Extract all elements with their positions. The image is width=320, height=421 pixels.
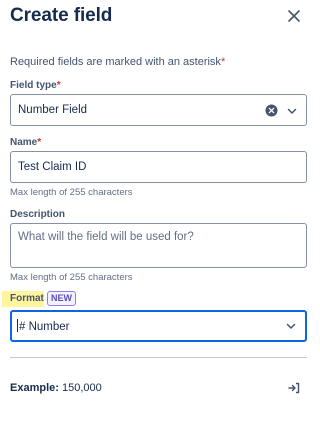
name-asterisk: * <box>37 137 42 148</box>
required-asterisk: * <box>220 56 226 68</box>
description-helper-text: Max length of 255 characters <box>10 272 133 283</box>
chevron-down-icon[interactable] <box>286 105 298 117</box>
example-label: Example: <box>10 382 59 394</box>
example-value: 150,000 <box>61 382 102 394</box>
name-input[interactable]: Test Claim ID <box>10 151 307 183</box>
required-hint-text: Required fields are marked with an aster… <box>10 56 221 68</box>
name-value: Test Claim ID <box>18 161 87 173</box>
chevron-down-icon[interactable] <box>285 320 297 332</box>
field-type-label: Field type* <box>10 80 61 91</box>
format-select[interactable]: # Number <box>10 310 307 342</box>
description-placeholder: What will the field will be used for? <box>18 231 194 243</box>
field-type-label-text: Field type <box>10 80 57 91</box>
close-icon <box>288 10 300 22</box>
close-button[interactable] <box>282 4 306 28</box>
dialog-title: Create field <box>10 5 113 26</box>
example-row: Example: 150,000 <box>10 382 102 394</box>
divider <box>10 357 307 358</box>
text-cursor <box>17 319 18 332</box>
clear-icon[interactable] <box>265 104 278 117</box>
name-label: Name* <box>10 137 41 148</box>
required-fields-hint: Required fields are marked with an aster… <box>10 56 225 68</box>
new-badge: NEW <box>47 291 76 306</box>
field-type-select[interactable]: Number Field <box>10 94 307 126</box>
field-type-asterisk: * <box>56 80 61 91</box>
name-helper-text: Max length of 255 characters <box>10 187 133 198</box>
name-label-text: Name <box>10 137 38 148</box>
description-textarea[interactable]: What will the field will be used for? <box>10 223 307 268</box>
format-label: Format <box>10 293 44 304</box>
field-type-value: Number Field <box>18 104 88 116</box>
format-value: # Number <box>19 321 70 333</box>
insert-example-icon[interactable] <box>287 381 301 395</box>
description-label: Description <box>10 209 66 220</box>
format-value-wrap: # Number <box>17 319 70 333</box>
